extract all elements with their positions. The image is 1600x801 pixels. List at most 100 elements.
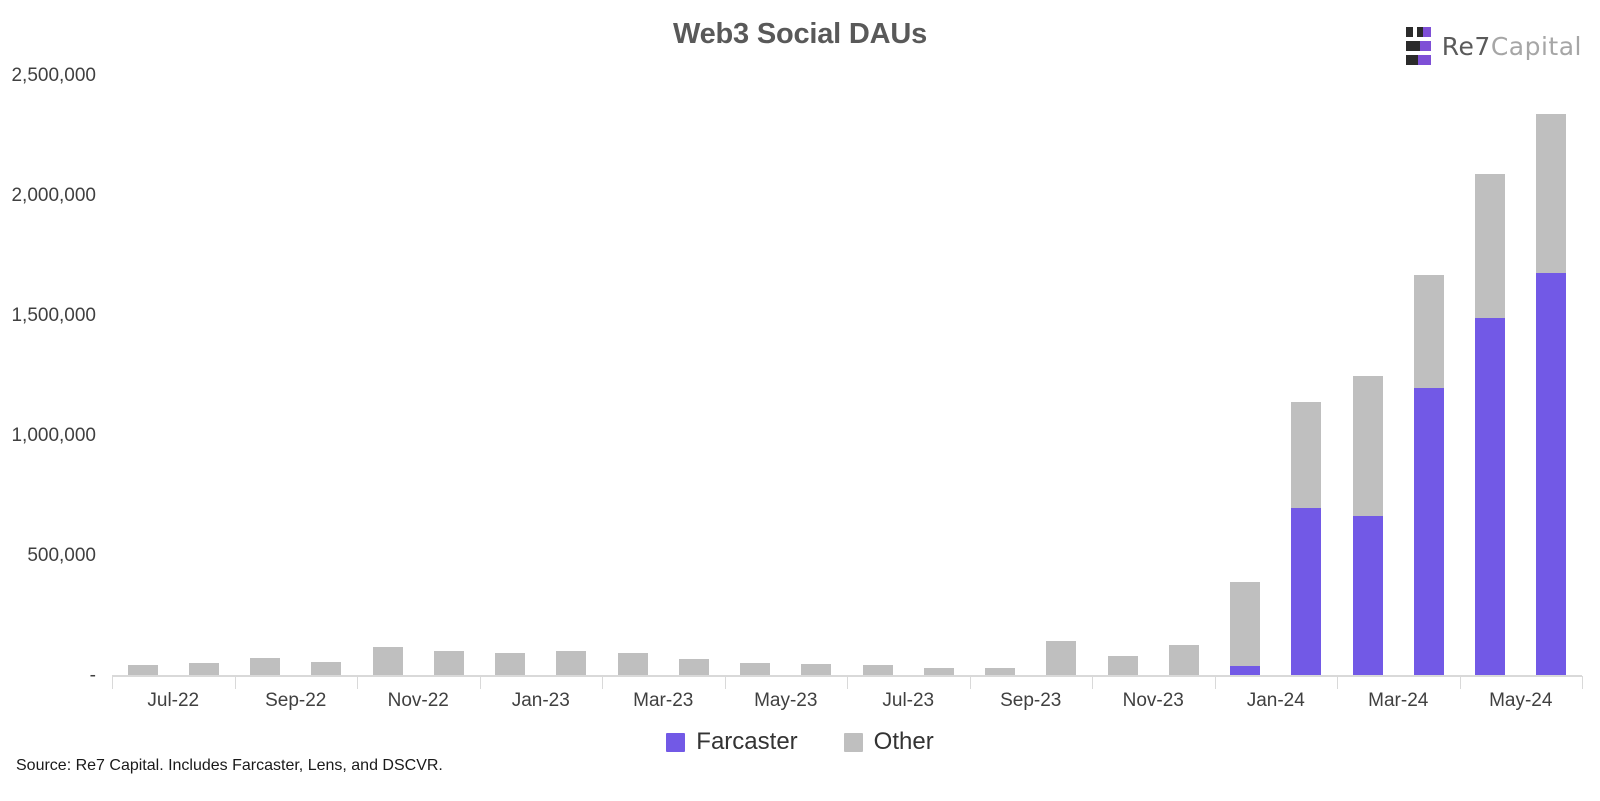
bar-segment-other[interactable] [678,659,709,676]
x-axis-tickmark [969,676,971,689]
bar-slot [1521,76,1582,676]
y-axis-tick-label: 2,500,000 [11,65,96,86]
legend-swatch-icon [666,732,686,752]
bar-slot [1153,76,1214,676]
bar-slot [1031,76,1092,676]
bar-stack[interactable] [1536,114,1567,676]
x-axis-tickmark [357,676,358,689]
bar-segment-other[interactable] [250,658,281,676]
bar-slot [1092,76,1153,676]
bar-segment-other[interactable] [311,661,342,676]
legend-label: Farcaster [696,728,798,755]
bar-segment-other[interactable] [556,650,587,676]
bar-segment-other[interactable] [372,647,403,676]
bar-segment-other[interactable] [1291,402,1322,508]
plot-area [112,76,1582,676]
bar-slot [480,76,541,676]
bar-segment-other[interactable] [1107,655,1138,676]
brand-logo: Re7Capital [1405,27,1582,65]
bar-slot [602,76,663,676]
bar-stack[interactable] [311,661,342,676]
bar-segment-other[interactable] [495,653,526,676]
brand-wordmark: Re7Capital [1442,32,1582,61]
bar-slot [296,76,357,676]
logo-seg-purple [1417,55,1431,65]
bar-segment-other[interactable] [433,650,464,676]
logo-seg-purple [1419,41,1431,51]
bar-stack[interactable] [1046,641,1077,676]
bar-segment-farcaster[interactable] [1536,272,1567,676]
page-title: Web3 Social DAUs [672,18,928,50]
x-axis-tickmark [234,676,236,689]
y-axis-tick-label: 1,500,000 [11,305,96,326]
bar-segment-other[interactable] [1352,376,1383,517]
x-axis-tick-label: Sep-23 [1000,690,1062,711]
bar-stack[interactable] [617,653,648,676]
bar-stack[interactable] [556,650,587,676]
y-axis-tick-label: 1,000,000 [11,425,96,446]
bar-stack[interactable] [678,659,709,676]
logo-seg-purple [1422,27,1431,37]
legend-label: Other [873,728,934,755]
bar-segment-other[interactable] [1168,644,1199,676]
re7-logo-mark-icon [1405,27,1431,65]
bar-slot [847,76,908,676]
brand-name-primary: Re7 [1441,31,1491,61]
x-axis-tickmark [1214,676,1216,689]
y-axis-tick-label: 500,000 [27,545,96,566]
x-axis-tick-label: May-23 [754,690,818,711]
bar-stack[interactable] [1413,275,1444,676]
x-axis-tickmark [112,676,113,689]
legend-item-farcaster[interactable]: Farcaster [666,728,798,756]
logo-row-3 [1405,55,1431,65]
bar-slot [1337,76,1398,676]
bar-stack[interactable] [250,658,281,676]
bar-segment-farcaster[interactable] [1291,508,1322,676]
bar-segment-farcaster[interactable] [1475,318,1506,676]
x-axis-tickmark [724,676,726,689]
x-axis-tick-label: Jul-22 [147,690,200,711]
logo-row-2 [1405,41,1431,51]
source-note: Source: Re7 Capital. Includes Farcaster,… [16,757,443,774]
bar-slot [1276,76,1337,676]
bar-stack[interactable] [433,650,464,676]
x-axis-tick-label: Mar-24 [1368,690,1429,711]
bar-segment-other[interactable] [1046,641,1077,676]
bar-stack[interactable] [1168,644,1199,676]
brand-name-secondary: Capital [1490,31,1582,61]
bar-series-group [112,76,1582,676]
bar-slot [725,76,786,676]
bar-segment-other[interactable] [1413,275,1444,388]
x-axis-tickmark [1337,676,1338,689]
bar-stack[interactable] [495,653,526,676]
bar-stack[interactable] [1475,174,1506,676]
bar-segment-farcaster[interactable] [1413,388,1444,676]
x-axis-tickmark [479,676,481,689]
x-axis-tick-label: Mar-23 [633,690,694,711]
x-axis-tick-label: Jan-23 [511,690,570,711]
bar-slot [663,76,724,676]
bar-segment-other[interactable] [1536,114,1567,273]
bar-stack[interactable] [1291,402,1322,676]
y-axis-tick-label: - [89,665,96,686]
x-axis-labels: Jul-22 Sep-22 Nov-22 Jan-23 Mar-23 May-23 Jul-… [112,690,1582,720]
x-axis-tick-label: May-24 [1489,690,1553,711]
bar-slot [1215,76,1276,676]
chart-container: Web3 Social DAUs Re7Capital - 500,000 1,00… [0,0,1600,801]
bar-segment-other[interactable] [617,653,648,676]
x-axis-tickmarks [112,676,1583,690]
bar-slot [541,76,602,676]
bar-stack[interactable] [1352,376,1383,676]
legend-item-other[interactable]: Other [843,728,934,756]
bar-stack[interactable] [372,647,403,676]
logo-seg-dark [1405,55,1418,65]
x-axis-tick-label: Sep-22 [265,690,327,711]
bar-stack[interactable] [1230,582,1261,676]
bar-slot [173,76,234,676]
bar-segment-other[interactable] [1475,174,1506,319]
x-axis-tick-label: Jan-24 [1246,690,1305,711]
bar-segment-other[interactable] [1230,582,1261,667]
bar-segment-farcaster[interactable] [1352,516,1383,676]
y-axis: - 500,000 1,000,000 1,500,000 2,000,000 2,500… [0,65,112,686]
bar-stack[interactable] [1107,655,1138,676]
